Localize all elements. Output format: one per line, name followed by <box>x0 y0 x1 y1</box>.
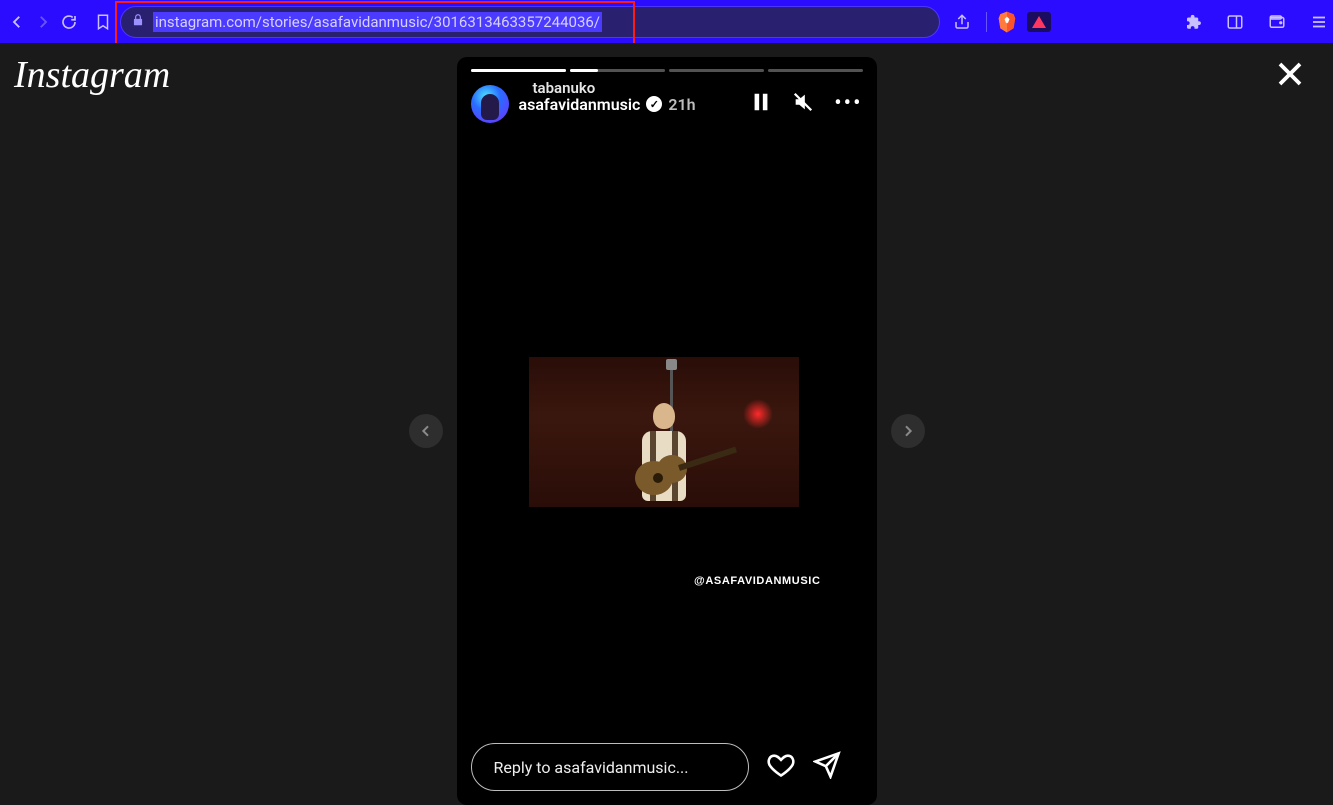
hamburger-icon <box>1310 13 1328 31</box>
app-menu-button[interactable] <box>1305 8 1333 36</box>
shared-by-label: tabanuko <box>533 79 596 97</box>
progress-segment <box>669 69 764 72</box>
reply-input[interactable]: Reply to asafavidanmusic... <box>471 743 749 791</box>
volume-muted-icon <box>792 91 814 113</box>
like-button[interactable] <box>767 751 795 783</box>
chevron-left-icon <box>418 423 434 439</box>
reload-button[interactable] <box>60 8 78 36</box>
story-media <box>529 357 799 507</box>
reply-placeholder: Reply to asafavidanmusic... <box>494 758 689 777</box>
send-icon <box>813 751 841 779</box>
story-header: tabanuko asafavidanmusic ✓ 21h ••• <box>471 85 863 123</box>
close-icon <box>1275 59 1305 89</box>
story-timestamp: 21h <box>668 95 695 114</box>
progress-segment <box>471 69 566 72</box>
sidepanel-button[interactable] <box>1221 8 1249 36</box>
reload-icon <box>60 13 78 31</box>
story-mention-tag[interactable]: @ASAFAVIDANMUSIC <box>694 575 820 587</box>
panel-icon <box>1226 13 1244 31</box>
brave-shields-icon[interactable] <box>997 10 1017 34</box>
pause-icon <box>750 91 772 113</box>
close-button[interactable] <box>1275 59 1305 93</box>
brave-rewards-icon[interactable] <box>1027 12 1051 32</box>
wallet-button[interactable] <box>1263 8 1291 36</box>
back-button[interactable] <box>8 8 26 36</box>
share-button[interactable] <box>948 8 976 36</box>
chevron-right-icon <box>900 423 916 439</box>
heart-icon <box>767 751 795 779</box>
story-username[interactable]: asafavidanmusic ✓ 21h <box>519 95 696 114</box>
mute-button[interactable] <box>792 91 814 117</box>
story-footer: Reply to asafavidanmusic... <box>471 743 863 791</box>
story-card[interactable]: tabanuko asafavidanmusic ✓ 21h ••• <box>457 57 877 805</box>
story-stage: tabanuko asafavidanmusic ✓ 21h ••• <box>409 57 925 805</box>
wallet-icon <box>1268 13 1286 31</box>
instagram-logo[interactable]: Instagram <box>14 53 170 97</box>
next-story-button[interactable] <box>891 414 925 448</box>
verified-badge-icon: ✓ <box>646 96 662 112</box>
bookmark-icon <box>94 13 112 31</box>
avatar[interactable] <box>471 85 509 123</box>
browser-toolbar: instagram.com/stories/asafavidanmusic/30… <box>0 0 1333 43</box>
username-text: asafavidanmusic <box>519 95 641 114</box>
url-text: instagram.com/stories/asafavidanmusic/30… <box>153 12 602 32</box>
previous-story-button[interactable] <box>409 414 443 448</box>
page-viewport: Instagram tabanuko asafavidanmusic ✓ <box>0 43 1333 805</box>
story-progress <box>471 69 863 72</box>
lock-icon <box>131 12 145 31</box>
bookmark-button[interactable] <box>94 8 112 36</box>
share-story-button[interactable] <box>813 751 841 783</box>
pause-button[interactable] <box>750 91 772 117</box>
forward-button[interactable] <box>34 8 52 36</box>
back-icon <box>8 13 26 31</box>
address-bar[interactable]: instagram.com/stories/asafavidanmusic/30… <box>120 6 940 38</box>
progress-segment <box>768 69 863 72</box>
progress-segment <box>570 69 665 72</box>
share-icon <box>953 13 971 31</box>
forward-icon <box>34 13 52 31</box>
toolbar-divider <box>986 12 987 32</box>
extensions-button[interactable] <box>1179 8 1207 36</box>
puzzle-icon <box>1184 13 1202 31</box>
